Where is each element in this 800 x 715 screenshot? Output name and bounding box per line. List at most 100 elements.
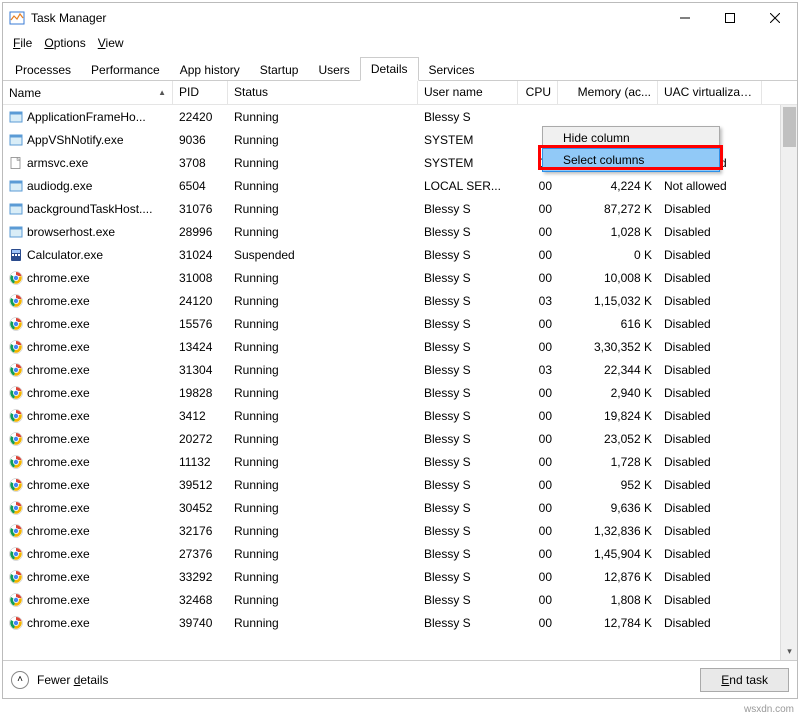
cell-status: Running	[228, 453, 418, 471]
cell-memory: 4,224 K	[558, 177, 658, 195]
cell-pid: 24120	[173, 292, 228, 310]
sort-ascending-icon: ▲	[158, 88, 166, 97]
table-row[interactable]: chrome.exe31008RunningBlessy S0010,008 K…	[3, 266, 797, 289]
table-row[interactable]: chrome.exe20272RunningBlessy S0023,052 K…	[3, 427, 797, 450]
table-row[interactable]: chrome.exe32468RunningBlessy S001,808 KD…	[3, 588, 797, 611]
cell-status: Running	[228, 292, 418, 310]
table-row[interactable]: chrome.exe3412RunningBlessy S0019,824 KD…	[3, 404, 797, 427]
process-name: chrome.exe	[27, 593, 90, 607]
cell-uac: Disabled	[658, 407, 762, 425]
context-select-columns[interactable]: Select columns	[543, 149, 719, 171]
cell-pid: 32176	[173, 522, 228, 540]
table-row[interactable]: chrome.exe30452RunningBlessy S009,636 KD…	[3, 496, 797, 519]
end-task-button[interactable]: End task	[700, 668, 789, 692]
scroll-down-icon[interactable]: ▾	[781, 643, 797, 660]
tab-app-history[interactable]: App history	[170, 59, 250, 81]
cell-pid: 31304	[173, 361, 228, 379]
context-hide-column[interactable]: Hide column	[543, 127, 719, 149]
cell-cpu: 00	[518, 522, 558, 540]
tab-details[interactable]: Details	[360, 57, 419, 81]
process-icon	[9, 294, 23, 308]
task-manager-icon	[9, 10, 25, 26]
cell-status: Running	[228, 315, 418, 333]
column-header-uac[interactable]: UAC virtualizati...	[658, 81, 762, 104]
cell-uac: Disabled	[658, 292, 762, 310]
minimize-button[interactable]	[662, 3, 707, 33]
cell-uac: Disabled	[658, 568, 762, 586]
column-header-user[interactable]: User name	[418, 81, 518, 104]
table-row[interactable]: chrome.exe11132RunningBlessy S001,728 KD…	[3, 450, 797, 473]
cell-user: SYSTEM	[418, 154, 518, 172]
close-button[interactable]	[752, 3, 797, 33]
cell-user: Blessy S	[418, 453, 518, 471]
chevron-up-icon: ˄	[11, 671, 29, 689]
cell-memory: 9,636 K	[558, 499, 658, 517]
vertical-scrollbar[interactable]: ▾	[780, 105, 797, 660]
cell-name: chrome.exe	[3, 499, 173, 517]
cell-pid: 22420	[173, 108, 228, 126]
column-header-memory[interactable]: Memory (ac...	[558, 81, 658, 104]
cell-status: Running	[228, 131, 418, 149]
column-header-cpu[interactable]: CPU	[518, 81, 558, 104]
cell-cpu: 00	[518, 430, 558, 448]
tab-users[interactable]: Users	[308, 59, 359, 81]
cell-uac: Disabled	[658, 315, 762, 333]
table-row[interactable]: chrome.exe13424RunningBlessy S003,30,352…	[3, 335, 797, 358]
tab-services[interactable]: Services	[419, 59, 485, 81]
column-header-status[interactable]: Status	[228, 81, 418, 104]
process-icon	[9, 271, 23, 285]
scrollbar-thumb[interactable]	[783, 107, 796, 147]
tab-processes[interactable]: Processes	[5, 59, 81, 81]
menu-file[interactable]: File	[7, 34, 38, 52]
table-row[interactable]: chrome.exe15576RunningBlessy S00616 KDis…	[3, 312, 797, 335]
cell-name: chrome.exe	[3, 545, 173, 563]
fewer-details-button[interactable]: ˄ Fewer details	[11, 671, 108, 689]
table-row[interactable]: backgroundTaskHost....31076RunningBlessy…	[3, 197, 797, 220]
tab-startup[interactable]: Startup	[250, 59, 309, 81]
process-icon	[9, 432, 23, 446]
table-row[interactable]: chrome.exe31304RunningBlessy S0322,344 K…	[3, 358, 797, 381]
table-row[interactable]: browserhost.exe28996RunningBlessy S001,0…	[3, 220, 797, 243]
cell-status: Running	[228, 522, 418, 540]
table-row[interactable]: chrome.exe19828RunningBlessy S002,940 KD…	[3, 381, 797, 404]
cell-memory: 1,15,032 K	[558, 292, 658, 310]
cell-user: Blessy S	[418, 108, 518, 126]
cell-name: armsvc.exe	[3, 154, 173, 172]
table-row[interactable]: chrome.exe32176RunningBlessy S001,32,836…	[3, 519, 797, 542]
cell-status: Running	[228, 545, 418, 563]
cell-name: chrome.exe	[3, 269, 173, 287]
tab-performance[interactable]: Performance	[81, 59, 170, 81]
process-name: chrome.exe	[27, 317, 90, 331]
maximize-button[interactable]	[707, 3, 752, 33]
process-icon	[9, 524, 23, 538]
cell-cpu: 00	[518, 338, 558, 356]
table-row[interactable]: audiodg.exe6504RunningLOCAL SER...004,22…	[3, 174, 797, 197]
table-row[interactable]: chrome.exe33292RunningBlessy S0012,876 K…	[3, 565, 797, 588]
table-row[interactable]: ApplicationFrameHo...22420RunningBlessy …	[3, 105, 797, 128]
process-icon	[9, 133, 23, 147]
process-name: chrome.exe	[27, 363, 90, 377]
table-row[interactable]: Calculator.exe31024SuspendedBlessy S000 …	[3, 243, 797, 266]
menu-view[interactable]: View	[92, 34, 130, 52]
cell-pid: 13424	[173, 338, 228, 356]
cell-memory: 1,32,836 K	[558, 522, 658, 540]
process-icon	[9, 225, 23, 239]
cell-pid: 39740	[173, 614, 228, 632]
process-name: chrome.exe	[27, 386, 90, 400]
table-row[interactable]: chrome.exe39512RunningBlessy S00952 KDis…	[3, 473, 797, 496]
cell-user: Blessy S	[418, 338, 518, 356]
column-header-pid[interactable]: PID	[173, 81, 228, 104]
cell-status: Running	[228, 591, 418, 609]
table-row[interactable]: chrome.exe24120RunningBlessy S031,15,032…	[3, 289, 797, 312]
process-icon	[9, 340, 23, 354]
cell-pid: 27376	[173, 545, 228, 563]
cell-memory: 616 K	[558, 315, 658, 333]
table-row[interactable]: chrome.exe39740RunningBlessy S0012,784 K…	[3, 611, 797, 634]
column-header-name[interactable]: Name▲	[3, 81, 173, 104]
menu-options[interactable]: Options	[38, 34, 91, 52]
process-icon	[9, 110, 23, 124]
cell-uac: Not allowed	[658, 177, 762, 195]
cell-name: chrome.exe	[3, 315, 173, 333]
cell-status: Running	[228, 223, 418, 241]
table-row[interactable]: chrome.exe27376RunningBlessy S001,45,904…	[3, 542, 797, 565]
